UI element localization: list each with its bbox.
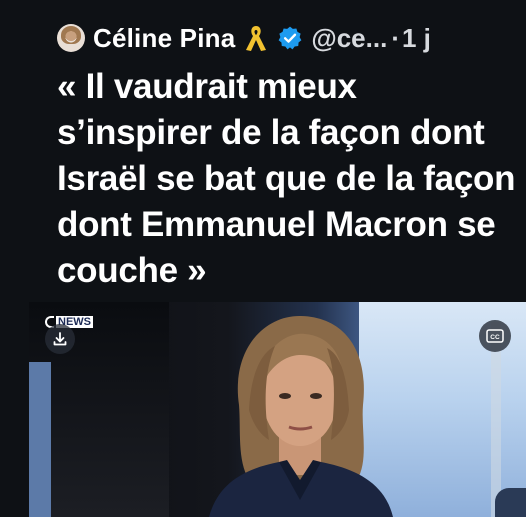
video-player[interactable]: NEWS CC [29,302,526,517]
second-person-edge [495,488,526,517]
yellow-ribbon-icon [246,26,267,51]
tweet-text: « Il vaudrait mieux s’inspirer de la faç… [57,67,516,290]
cc-label: CC [490,334,500,341]
author-name[interactable]: Céline Pina [93,23,235,54]
presenter-figure [209,315,393,517]
tweet: Céline Pina @ce... · 1 j « Il vaudrait m… [0,0,526,517]
closed-captions-icon: CC [486,329,504,343]
download-button[interactable] [45,324,75,354]
closed-captions-button[interactable]: CC [479,320,511,352]
timestamp[interactable]: 1 j [402,23,431,54]
author-handle[interactable]: @ce... [311,23,387,54]
verified-badge-icon [278,26,302,50]
avatar[interactable] [57,24,85,52]
studio-pillar [29,362,51,517]
download-icon [53,332,67,346]
separator: · [391,22,400,53]
tweet-header: Céline Pina @ce... · 1 j [57,18,487,58]
